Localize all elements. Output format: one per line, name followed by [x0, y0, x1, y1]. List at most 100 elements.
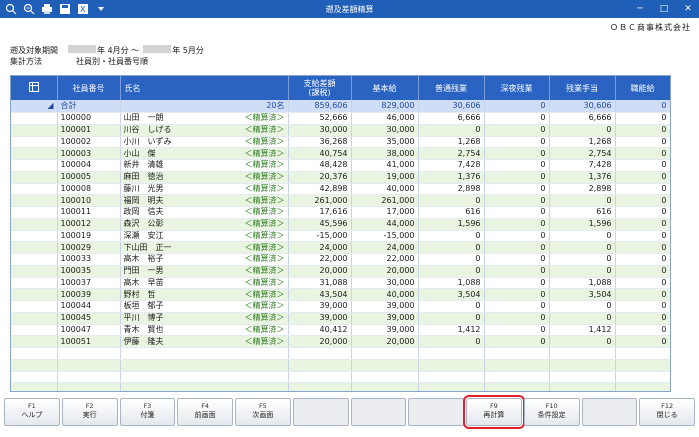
company-name: ＯＢＣ商事株式会社 [610, 23, 691, 32]
collapse-icon[interactable]: ◢ [11, 100, 58, 113]
overtime-cell: 0 [418, 335, 485, 348]
table-row[interactable]: 100019 深瀬 安江 ＜精算済＞ -15,000 -15,000 0 0 0 0 [11, 230, 670, 243]
employee-no: 100002 [57, 136, 121, 149]
employee-no: 100035 [57, 265, 121, 278]
fkey-number: F5 [258, 402, 267, 410]
status-badge: ＜精算済＞ [244, 125, 285, 135]
night-overtime-cell: 0 [484, 183, 550, 196]
fkey-empty-button[interactable] [581, 398, 638, 426]
table-row[interactable]: 100039 野村 哲＜精算済＞ 43,504 40,000 3,504 0 3,504 0 [11, 288, 670, 301]
table-row[interactable]: 100044 板垣 郁子 ＜精算済＞ 39,000 39,000 0 0 0 0 [11, 300, 670, 313]
night-overtime-cell: 0 [484, 112, 550, 125]
night-overtime-cell: 0 [484, 312, 550, 325]
table-row[interactable]: 100003 小山 傑＜精算済＞ 40,754 38,000 2,754 0 2,754 0 [11, 147, 670, 160]
fkey-number: F4 [201, 402, 210, 410]
table-row[interactable]: 100047 青木 賢也 ＜精算済＞ 40,412 39,000 1,412 0 1,412 0 [11, 324, 670, 337]
night-overtime-cell: 0 [484, 241, 550, 254]
col-employee-no[interactable]: 社員番号 [57, 76, 121, 100]
table-row[interactable]: 100004 新井 清雄 ＜精算済＞ 48,428 41,000 7,428 0 7,428 0 [11, 159, 670, 172]
table-row[interactable]: 100051 伊藤 隆夫 ＜精算済＞ 20,000 20,000 0 0 0 0 [11, 335, 670, 348]
fkey-f2-button[interactable]: F2 実行 [61, 398, 118, 426]
table-row[interactable]: 100037 高木 早苗 ＜精算済＞ 31,088 30,000 1,088 0 1,088 0 [11, 277, 670, 290]
window-title: 遡及差額精算 [325, 5, 374, 14]
table-row[interactable]: 100002 小川 いずみ ＜精算済＞ 36,268 35,000 1,268 0 1,268… [11, 136, 670, 149]
fkey-f5-button[interactable]: F5 次画面 [235, 398, 291, 426]
row-indicator [11, 312, 58, 325]
overtime-cell: 1,088 [418, 277, 485, 290]
night-overtime-cell: 0 [484, 253, 550, 266]
fkey-f10-button[interactable]: F10 条件設定 [523, 398, 580, 426]
table-row[interactable]: 100005 麻田 徳治 ＜精算済＞ 20,376 19,000 1,376 0 1,376 0 [11, 171, 670, 184]
col-night-overtime[interactable]: 深夜残業 [484, 76, 550, 100]
employee-no: 100011 [57, 206, 121, 219]
row-indicator [11, 277, 58, 290]
table-row[interactable]: 100045 平川 博子 ＜精算済＞ 39,000 39,000 0 0 0 0 [11, 312, 670, 325]
employee-name: 高木 裕子 ＜精算済＞ [120, 253, 289, 266]
close-icon[interactable]: ✕ [681, 2, 695, 16]
employee-no: 100000 [57, 112, 121, 125]
skill-pay-cell: 0 [615, 112, 670, 125]
fkey-f4-button[interactable]: F4 前画面 [177, 398, 233, 426]
fkey-empty-button[interactable] [292, 398, 349, 426]
table-row[interactable]: 100008 藤川 光男 ＜精算済＞ 42,898 40,000 2,898 0 2,898 0 [11, 183, 670, 196]
table-row[interactable]: 100035 門田 一男 ＜精算済＞ 20,000 20,000 0 0 0 0 [11, 265, 670, 278]
overtime-cell: 3,504 [418, 288, 485, 301]
row-indicator [11, 288, 58, 301]
overtime-cell: 6,666 [418, 112, 485, 125]
table-row[interactable]: 100000 山田 一朗 ＜精算済＞ 52,666 46,000 6,666 0 6,666 0 [11, 112, 670, 125]
minimize-icon[interactable]: ─ [633, 2, 647, 16]
empty-cell [351, 382, 419, 391]
table-row[interactable]: 100012 森沢 公彰 ＜精算済＞ 45,596 44,000 1,596 0 1,596 0 [11, 218, 670, 231]
overtime-allowance-cell: 1,268 [549, 136, 616, 149]
overtime-allowance-cell: 1,376 [549, 171, 616, 184]
fkey-label: 前画面 [194, 411, 216, 419]
empty-cell [484, 347, 550, 360]
diff-cell: 43,504 [288, 288, 352, 301]
fkey-label: 閉じる [656, 411, 678, 419]
employee-no: 100005 [57, 171, 121, 184]
overtime-cell: 0 [418, 194, 485, 207]
fkey-f9-button[interactable]: F9 再計算 [463, 395, 525, 429]
table-row[interactable]: 100033 高木 裕子 ＜精算済＞ 22,000 22,000 0 0 0 0 [11, 253, 670, 266]
base-pay-cell: 19,000 [351, 171, 419, 184]
employee-no: 100029 [57, 241, 121, 254]
fkey-number: F3 [143, 402, 152, 410]
fkey-empty-button[interactable] [408, 398, 464, 426]
table-row[interactable]: 100010 福岡 明夫 ＜精算済＞ 261,000 261,000 0 0 0 0 [11, 194, 670, 207]
fkey-f1-button[interactable]: F1 ヘルプ [4, 398, 60, 426]
col-base-pay[interactable]: 基本給 [351, 76, 419, 100]
empty-row [11, 347, 670, 360]
row-selector-header[interactable] [11, 76, 58, 100]
col-diff[interactable]: 支給差額 (課税) [288, 76, 352, 100]
overtime-allowance-cell: 0 [549, 230, 616, 243]
base-pay-cell: 40,000 [351, 183, 419, 196]
fkey-empty-button[interactable] [350, 398, 407, 426]
row-indicator [11, 136, 58, 149]
empty-cell [120, 382, 289, 391]
fkey-f12-button[interactable]: F12 閉じる [639, 398, 695, 426]
empty-cell [57, 371, 121, 384]
table-row[interactable]: 100011 政岡 信夫 ＜精算済＞ 17,616 17,000 616 0 616 0 [11, 206, 670, 219]
total-row[interactable]: ◢ 合計 20名 859,606 829,000 30,606 0 30,606… [11, 100, 670, 113]
employee-name: 藤川 光男 ＜精算済＞ [120, 183, 289, 196]
col-skill-pay[interactable]: 職能給 [615, 76, 670, 100]
col-overtime[interactable]: 普通残業 [418, 76, 485, 100]
retro-pay-grid[interactable]: 社員番号 氏名 支給差額 (課税) 基本給 普通残業 深夜残業 残業手当 職能給… [10, 75, 671, 392]
col-overtime-allowance[interactable]: 残業手当 [549, 76, 616, 100]
overtime-allowance-cell: 1,596 [549, 218, 616, 231]
skill-pay-cell: 0 [615, 136, 670, 149]
empty-cell [288, 347, 352, 360]
fkey-f3-button[interactable]: F3 付箋 [119, 398, 176, 426]
table-row[interactable]: 100029 下山田 正一 ＜精算済＞ 24,000 24,000 0 0 0 0 [11, 241, 670, 254]
base-pay-cell: 46,000 [351, 112, 419, 125]
employee-no: 100045 [57, 312, 121, 325]
diff-cell: 20,000 [288, 265, 352, 278]
skill-pay-cell: 0 [615, 230, 670, 243]
status-badge: ＜精算済＞ [244, 113, 285, 123]
table-row[interactable]: 100001 川谷 しげる ＜精算済＞ 30,000 30,000 0 0 0 0 [11, 124, 670, 137]
employee-name: 森沢 公彰 ＜精算済＞ [120, 218, 289, 231]
maximize-icon[interactable]: □ [657, 2, 671, 16]
status-badge: ＜精算済＞ [244, 207, 285, 217]
col-name[interactable]: 氏名 [120, 76, 289, 100]
night-overtime-cell: 0 [484, 300, 550, 313]
